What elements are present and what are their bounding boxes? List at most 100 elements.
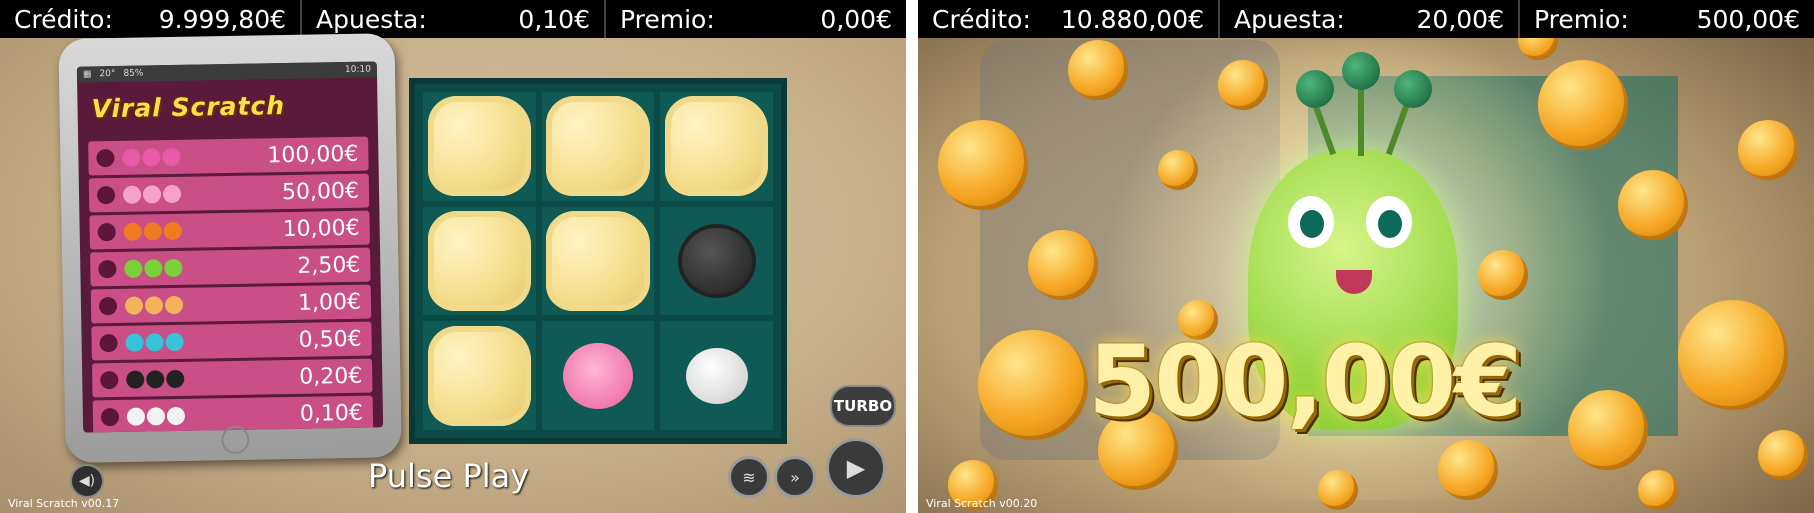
monster-symbol-icon: [126, 370, 145, 389]
sound-button[interactable]: ◀): [70, 464, 104, 498]
paytable-amount: 1,00€: [297, 289, 362, 316]
scratch-cell-covered[interactable]: [423, 92, 536, 201]
scratch-cell-revealed[interactable]: [660, 321, 773, 430]
play-icon: ▶: [846, 454, 866, 482]
monster-symbol-icon: [164, 295, 184, 315]
row-marker-icon: [96, 149, 115, 168]
monster-symbol-icon: [144, 296, 164, 315]
scratch-foil[interactable]: [427, 96, 532, 197]
gold-coin-icon: [1538, 60, 1628, 150]
monster-symbol-icon: [162, 147, 181, 167]
gold-coin-icon: [1318, 470, 1358, 510]
monster-symbol-icon: [124, 296, 144, 315]
scratch-cell-revealed[interactable]: [541, 321, 655, 430]
speaker-icon: ◀): [78, 473, 96, 489]
paytable-amount: 100,00€: [267, 141, 359, 168]
paytable-row: 0,20€: [91, 358, 373, 398]
monster-symbol-icon: [166, 369, 185, 389]
paytable-amount: 0,50€: [298, 326, 362, 353]
antenna-ball: [1296, 70, 1334, 108]
phone-temp: 20°: [99, 68, 116, 80]
bet-segment: Apuesta: 20,00€: [1218, 0, 1518, 38]
scratch-cell-covered[interactable]: [660, 92, 773, 201]
monster-symbol-icon: [146, 407, 166, 426]
gold-coin-icon: [1068, 40, 1128, 100]
gold-coin-icon: [1478, 250, 1528, 300]
monster-symbol-icon: [124, 259, 143, 278]
scratch-foil[interactable]: [546, 211, 650, 311]
gold-coin-icon: [1028, 230, 1098, 300]
monster-symbol-icon: [145, 333, 164, 352]
panel-divider: [906, 0, 918, 513]
gold-coin-icon: [978, 330, 1088, 440]
credit-segment: Crédito: 10.880,00€: [918, 0, 1218, 38]
monster-symbol-icon: [143, 222, 162, 241]
scratch-foil[interactable]: [427, 325, 532, 426]
monster-symbol-icon: [123, 222, 142, 241]
bet-value: 0,10€: [518, 4, 590, 34]
monster-symbol-icon: [122, 148, 141, 167]
gold-coin-icon: [1678, 300, 1788, 410]
monster-symbol-icon: [142, 148, 161, 167]
paytable-list: 100,00€ 50,00€ 10,00€ 2,50€ 1,00€ 0,50€ 0,20€ 0…: [78, 129, 383, 433]
paytable-screen: ▦ 20° 85% 10:10 Viral Scratch 100,00€ 50,…: [76, 61, 384, 433]
row-marker-icon: [100, 370, 119, 390]
fast-forward-icon: »: [790, 467, 800, 487]
symbol-group-icon: [123, 220, 184, 243]
monster-symbol-icon: [122, 185, 142, 204]
gold-coin-icon: [1158, 150, 1198, 190]
scratch-foil[interactable]: [427, 211, 532, 311]
phone-time: 10:10: [344, 64, 371, 75]
row-marker-icon: [98, 296, 118, 316]
status-bar: Crédito: 9.999,80€ Apuesta: 0,10€ Premio…: [0, 0, 906, 38]
scratch-foil[interactable]: [664, 96, 769, 197]
monster-symbol-icon: [166, 406, 186, 426]
scratch-cell-covered[interactable]: [541, 206, 655, 316]
cow-monster-icon: [685, 347, 748, 404]
gold-coin-icon: [1438, 440, 1498, 500]
bet-label: Apuesta:: [1234, 4, 1345, 34]
fast-forward-button[interactable]: »: [774, 456, 816, 498]
paytable-amount: 0,20€: [299, 363, 363, 390]
antenna-ball: [1394, 70, 1432, 108]
mascot-left-eye: [1288, 196, 1334, 248]
monster-symbol-icon: [146, 370, 165, 389]
game-screen-right: 500,00€ Crédito: 10.880,00€ Apuesta: 20,…: [918, 0, 1814, 513]
version-label: Viral Scratch v00.20: [926, 497, 1038, 510]
gold-coin-icon: [938, 120, 1028, 210]
credit-value: 10.880,00€: [1060, 4, 1204, 34]
monster-symbol-icon: [165, 332, 184, 352]
status-bar: Crédito: 10.880,00€ Apuesta: 20,00€ Prem…: [918, 0, 1814, 38]
autoplay-stack-button[interactable]: ≋: [728, 456, 770, 498]
mascot-antenna: [1358, 86, 1364, 156]
mascot-right-eye: [1366, 196, 1412, 248]
win-amount: 500,00€: [1088, 325, 1522, 439]
gold-coin-icon: [1568, 390, 1648, 470]
prize-label: Premio:: [1534, 4, 1629, 34]
turbo-button[interactable]: TURBO: [830, 385, 896, 427]
row-marker-icon: [99, 333, 118, 353]
scratch-foil[interactable]: [546, 96, 650, 197]
gold-coin-icon: [1618, 170, 1688, 240]
phone-home-button: [221, 425, 250, 455]
gold-coin-icon: [1758, 430, 1808, 480]
version-label: Viral Scratch v00.17: [8, 497, 120, 510]
credit-value: 9.999,80€: [158, 4, 286, 34]
bet-label: Apuesta:: [316, 4, 427, 34]
paytable-amount: 0,10€: [299, 400, 364, 427]
row-marker-icon: [96, 185, 116, 205]
paytable-row: 0,50€: [91, 321, 372, 361]
phone-battery: 85%: [123, 68, 144, 79]
scratch-grid[interactable]: [409, 78, 787, 444]
brand-label: Pulse Play: [368, 457, 530, 495]
scratch-cell-covered[interactable]: [541, 92, 655, 201]
game-screen-left: Crédito: 9.999,80€ Apuesta: 0,10€ Premio…: [0, 0, 906, 513]
paytable-phone: ▦ 20° 85% 10:10 Viral Scratch 100,00€ 50,…: [58, 33, 402, 463]
scratch-cell-covered[interactable]: [423, 206, 536, 316]
monster-symbol-icon: [163, 221, 182, 241]
paytable-row: 2,50€: [90, 247, 371, 287]
play-button[interactable]: ▶: [826, 438, 886, 498]
scratch-cell-covered[interactable]: [423, 321, 536, 430]
scratch-cell-revealed[interactable]: [660, 206, 773, 316]
bet-segment: Apuesta: 0,10€: [300, 0, 604, 38]
